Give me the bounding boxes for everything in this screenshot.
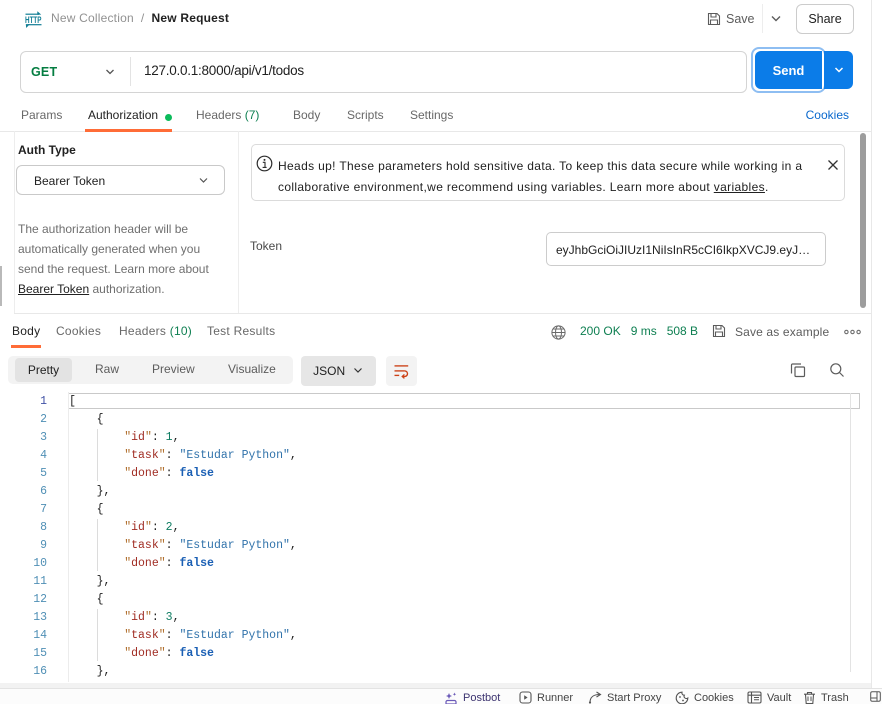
svg-text:HTTP: HTTP [25,15,42,25]
